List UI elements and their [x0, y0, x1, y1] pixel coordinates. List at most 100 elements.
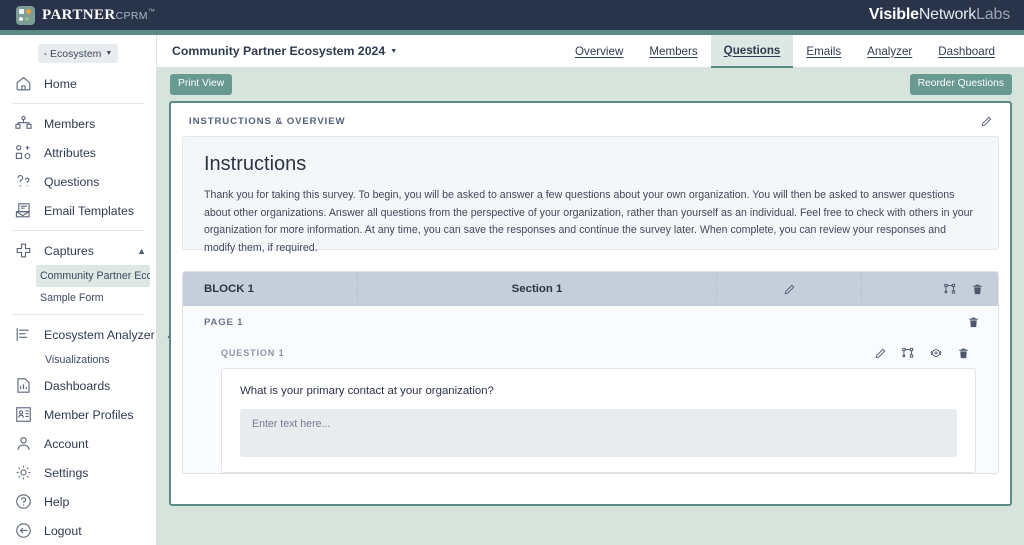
sidebar-divider-2	[12, 230, 144, 231]
action-toolbar: Print View Reorder Questions	[157, 68, 1024, 101]
block-header: BLOCK 1 Section 1	[183, 272, 998, 306]
pencil-icon[interactable]	[783, 283, 796, 296]
sidebar-subitem-visualizations[interactable]: Visualizations	[0, 349, 156, 371]
block-edit-cell	[717, 272, 862, 306]
questions-card: INSTRUCTIONS & OVERVIEW Instructions Tha…	[169, 101, 1012, 506]
question-label: QUESTION 1	[221, 348, 285, 358]
block-section-label: Section 1	[358, 272, 717, 306]
help-icon	[14, 492, 33, 511]
sidebar-item-questions[interactable]: Questions	[0, 167, 156, 196]
question-header: QUESTION 1	[221, 338, 976, 368]
block-label: BLOCK 1	[183, 272, 358, 306]
capture-tabs: Overview Members Questions Emails Analyz…	[562, 34, 1024, 68]
pencil-icon[interactable]	[980, 115, 993, 128]
sidebar-item-label: Members	[44, 116, 96, 131]
member-profiles-icon	[14, 405, 33, 424]
captures-icon	[14, 241, 33, 260]
brand-wordmark: PARTNERCPRM™	[42, 7, 155, 23]
email-template-icon	[14, 201, 33, 220]
tab-label: Analyzer	[867, 44, 913, 58]
sidebar-divider-1	[12, 103, 144, 104]
block-container: BLOCK 1 Section 1 PAGE 1 QUESTION 1 What…	[182, 271, 999, 474]
question-answer-input[interactable]: Enter text here...	[240, 409, 957, 457]
sidebar-subitem-community-partner-ecosystem[interactable]: Community Partner Ecos...	[36, 265, 150, 287]
sidebar-item-dashboards[interactable]: Dashboards	[0, 371, 156, 400]
chevron-down-icon: ▼	[105, 50, 113, 57]
sidebar-item-email-templates[interactable]: Email Templates	[0, 196, 156, 225]
members-icon	[14, 114, 33, 133]
dashboards-icon	[14, 376, 33, 395]
question-wrapper: QUESTION 1 What is your primary contact …	[183, 338, 998, 473]
sidebar-item-help[interactable]: Help	[0, 487, 156, 516]
trash-icon[interactable]	[971, 283, 984, 296]
sidebar: - Ecosystem ▼ Home Members Attributes Qu…	[0, 35, 175, 545]
sidebar-subitem-sample-form[interactable]: Sample Form	[0, 287, 156, 309]
sidebar-item-label: Settings	[44, 465, 89, 480]
chevron-up-icon: ▲	[137, 245, 146, 256]
home-icon	[14, 74, 33, 93]
page-label: PAGE 1	[204, 316, 244, 328]
chevron-down-icon: ▼	[390, 47, 398, 55]
brand-logo[interactable]: PARTNERCPRM™	[0, 5, 155, 25]
top-brand-bar: PARTNERCPRM™ VisibleNetworkLabs	[0, 0, 1024, 30]
pencil-icon[interactable]	[874, 347, 887, 360]
vendor-part-2: Network	[918, 6, 977, 23]
tab-emails[interactable]: Emails	[793, 35, 854, 68]
reorder-questions-button[interactable]: Reorder Questions	[909, 74, 1012, 95]
sidebar-item-label: Help	[44, 494, 70, 509]
sidebar-item-members[interactable]: Members	[0, 109, 156, 138]
tab-analyzer[interactable]: Analyzer	[854, 35, 925, 68]
ecosystem-selector[interactable]: - Ecosystem ▼	[38, 44, 118, 63]
tab-overview[interactable]: Overview	[562, 35, 636, 68]
tab-label: Overview	[575, 44, 624, 58]
sidebar-divider-3	[12, 314, 144, 315]
sidebar-item-logout[interactable]: Logout	[0, 516, 156, 545]
sidebar-item-attributes[interactable]: Attributes	[0, 138, 156, 167]
sidebar-item-home[interactable]: Home	[0, 69, 156, 98]
capture-title-dropdown[interactable]: Community Partner Ecosystem 2024 ▼	[172, 44, 397, 58]
tab-members[interactable]: Members	[636, 35, 710, 68]
block-actions	[862, 272, 998, 306]
sidebar-item-label: Captures	[44, 243, 94, 258]
tab-dashboard[interactable]: Dashboard	[925, 35, 1008, 68]
page-title: Community Partner Ecosystem 2024	[172, 44, 386, 58]
sidebar-item-label: Account	[44, 436, 89, 451]
sidebar-item-member-profiles[interactable]: Member Profiles	[0, 400, 156, 429]
instructions-heading: Instructions	[204, 153, 307, 175]
tab-label: Members	[649, 44, 698, 58]
section-label: INSTRUCTIONS & OVERVIEW	[189, 116, 346, 127]
brand-trademark: ™	[147, 8, 155, 16]
print-view-button[interactable]: Print View	[170, 74, 233, 95]
branch-logic-icon[interactable]	[901, 346, 915, 360]
question-actions	[874, 346, 970, 360]
main-content: Community Partner Ecosystem 2024 ▼ Overv…	[157, 34, 1024, 545]
add-circle-icon[interactable]	[929, 346, 943, 360]
sidebar-item-account[interactable]: Account	[0, 429, 156, 458]
sidebar-subitem-label: Sample Form	[40, 292, 104, 304]
sidebar-item-ecosystem-analyzer[interactable]: Ecosystem Analyzer ▲	[0, 320, 175, 349]
tab-label: Dashboard	[938, 44, 995, 58]
analyzer-icon	[14, 325, 33, 344]
sidebar-item-label: Email Templates	[44, 203, 134, 218]
brand-name-light: CPRM	[115, 10, 148, 22]
vendor-logo: VisibleNetworkLabs	[869, 7, 1024, 23]
ecosystem-selector-label: - Ecosystem	[43, 47, 102, 60]
trash-icon[interactable]	[967, 316, 980, 329]
question-card: What is your primary contact at your org…	[221, 368, 976, 473]
question-text: What is your primary contact at your org…	[240, 385, 494, 397]
sidebar-item-settings[interactable]: Settings	[0, 458, 156, 487]
tab-label: Questions	[723, 43, 781, 57]
instructions-box: Instructions Thank you for taking this s…	[182, 136, 999, 254]
tab-questions[interactable]: Questions	[710, 34, 794, 68]
account-icon	[14, 434, 33, 453]
partner-cprm-logo-icon	[16, 5, 35, 25]
sidebar-item-label: Attributes	[44, 145, 96, 160]
sidebar-item-label: Ecosystem Analyzer	[44, 327, 155, 342]
sidebar-item-label: Member Profiles	[44, 407, 134, 422]
trash-icon[interactable]	[957, 347, 970, 360]
gear-icon	[14, 463, 33, 482]
sidebar-item-captures[interactable]: Captures ▲	[0, 236, 156, 265]
sidebar-subitem-label: Visualizations	[45, 354, 110, 366]
sidebar-subitem-label: Community Partner Ecos...	[40, 270, 150, 282]
branch-logic-icon[interactable]	[943, 282, 957, 296]
